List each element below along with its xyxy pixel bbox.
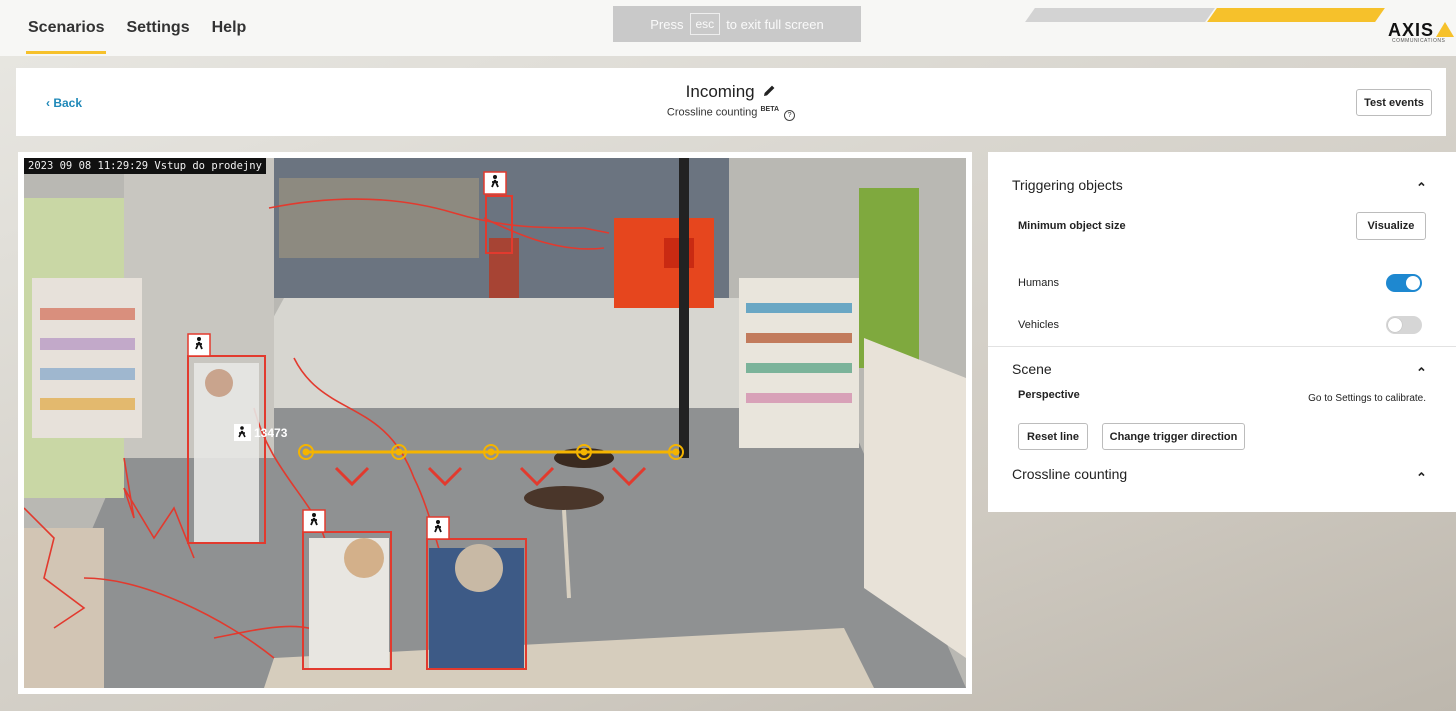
section-title-triggering[interactable]: Triggering objects [1012,177,1123,193]
pencil-icon[interactable] [763,84,776,97]
tab-scenarios[interactable]: Scenarios [25,0,107,56]
toggle-knob [1406,276,1420,290]
esc-key: esc [689,13,721,35]
scenario-header: ‹ Back Incoming Crossline counting BETA … [16,68,1446,136]
section-title-crossline[interactable]: Crossline counting [1012,466,1127,482]
logo-subtitle: COMMUNICATIONS [1392,38,1446,44]
scenario-subtitle: Crossline counting BETA ? [16,106,1446,121]
logo-triangle-icon [1436,22,1455,37]
section-title-scene[interactable]: Scene [1012,361,1052,377]
humans-label: Humans [1018,277,1059,289]
tab-settings[interactable]: Settings [126,0,189,56]
top-bar: Scenarios Settings Help Press esc to exi… [0,0,1456,56]
video-timestamp: 2023 09 08 11:29:29 Vstup do prodejny [24,158,266,174]
fullscreen-banner: Press esc to exit full screen [613,6,861,42]
camera-scene [24,158,966,688]
question-circle-icon[interactable]: ? [784,109,796,121]
change-trigger-direction-button[interactable]: Change trigger direction [1102,423,1245,450]
humans-toggle[interactable] [1386,274,1422,292]
main-nav: Scenarios Settings Help [25,0,247,56]
chevron-up-icon[interactable]: ⌃ [1416,470,1427,486]
section-divider [988,346,1456,347]
toggle-knob [1388,318,1402,332]
vehicles-toggle[interactable] [1386,316,1422,334]
settings-panel: Triggering objects ⌃ Minimum object size… [988,152,1456,512]
reset-line-button[interactable]: Reset line [1018,423,1088,450]
min-object-size-label: Minimum object size [1018,220,1126,232]
chevron-up-icon[interactable]: ⌃ [1416,180,1427,196]
calibrate-hint: Go to Settings to calibrate. [1308,393,1426,404]
scenario-title: Incoming [16,82,1446,102]
tab-help[interactable]: Help [212,0,247,56]
camera-frame[interactable]: 2023 09 08 11:29:29 Vstup do prodejny 13… [24,158,966,688]
chevron-up-icon[interactable]: ⌃ [1416,365,1427,381]
object-id-label: 13473 [254,426,288,440]
visualize-button[interactable]: Visualize [1356,212,1426,240]
brand-stripe-yellow [1207,8,1385,22]
perspective-label: Perspective [1018,389,1080,401]
brand-stripe-grey [1025,8,1215,22]
video-view: 2023 09 08 11:29:29 Vstup do prodejny 13… [18,152,972,694]
test-events-button[interactable]: Test events [1356,89,1432,116]
beta-badge: BETA [760,106,780,113]
vehicles-label: Vehicles [1018,319,1059,331]
